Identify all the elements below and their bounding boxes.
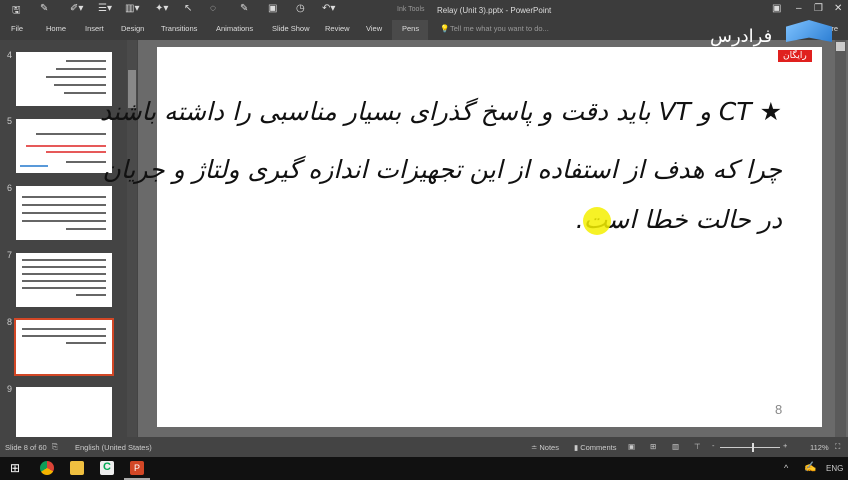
laser-pointer bbox=[583, 207, 611, 235]
slide-thumbnail-7[interactable] bbox=[16, 253, 112, 307]
tab-design[interactable]: Design bbox=[121, 24, 144, 33]
slide-number: 8 bbox=[775, 402, 783, 417]
window-title: Relay (Unit 3).pptx - PowerPoint bbox=[437, 6, 552, 15]
book-logo-icon bbox=[786, 20, 832, 42]
title-bar: 🖫 ✎ ✐▾ ☰▾ ▥▾ ✦▾ ↖ ◌ ✎ ▣ ◷ ↶▾ Ink Tools R… bbox=[0, 0, 848, 20]
lightbulb-icon: 💡 bbox=[440, 24, 450, 33]
pen-color-icon[interactable]: ✐▾ bbox=[70, 3, 83, 14]
tab-insert[interactable]: Insert bbox=[85, 24, 104, 33]
language[interactable]: English (United States) bbox=[75, 443, 152, 452]
slide-thumbnail-4[interactable] bbox=[16, 52, 112, 106]
slide-line-1: ★ CT و VT باید دقت و پاسخ گذرای بسیار من… bbox=[99, 97, 782, 126]
thumb-number: 4 bbox=[7, 50, 13, 60]
thumb-number: 9 bbox=[7, 384, 13, 394]
notes-button[interactable]: ≐ Notes bbox=[531, 443, 559, 452]
comments-label: Comments bbox=[580, 443, 617, 452]
zoom-level[interactable]: 112% bbox=[810, 443, 829, 452]
file-explorer-icon[interactable] bbox=[70, 461, 84, 475]
minimize-icon[interactable]: – bbox=[796, 3, 802, 14]
ink-icon[interactable]: ✎ bbox=[240, 3, 248, 14]
tab-slide-show[interactable]: Slide Show bbox=[272, 24, 310, 33]
close-icon[interactable]: ✕ bbox=[834, 3, 842, 14]
save-icon[interactable]: 🖫 bbox=[12, 3, 21, 20]
slide-line-2: چرا که هدف از استفاده از این تجهیزات اند… bbox=[102, 155, 782, 184]
reading-view-icon[interactable]: ▥ bbox=[672, 442, 679, 451]
slide-thumbnail-9[interactable] bbox=[16, 387, 112, 437]
context-tab-label: Ink Tools bbox=[397, 6, 425, 13]
restore-icon[interactable]: ❐ bbox=[814, 3, 823, 14]
slideshow-icon[interactable]: ⊤ bbox=[694, 442, 701, 451]
pen-icon[interactable]: ✎ bbox=[40, 3, 48, 14]
language-indicator[interactable]: ENG bbox=[826, 464, 843, 473]
tab-pens[interactable]: Pens bbox=[402, 24, 419, 33]
ribbon-options-icon[interactable]: ▣ bbox=[772, 3, 781, 14]
taskbar: ⊞ C P ^ ✍ ENG bbox=[0, 457, 848, 480]
slide-canvas[interactable]: ★ CT و VT باید دقت و پاسخ گذرای بسیار من… bbox=[100, 47, 822, 427]
scroll-up-icon[interactable] bbox=[836, 42, 845, 51]
zoom-in-button[interactable]: + bbox=[783, 441, 787, 450]
thickness-icon[interactable]: ☰▾ bbox=[98, 3, 112, 14]
powerpoint-icon[interactable]: P bbox=[130, 461, 144, 475]
pen-tray-icon[interactable]: ✍ bbox=[804, 462, 816, 473]
tab-view[interactable]: View bbox=[366, 24, 382, 33]
normal-view-icon[interactable]: ▣ bbox=[628, 442, 635, 451]
notes-label: Notes bbox=[539, 443, 559, 452]
fit-slide-icon[interactable]: ⛶ bbox=[835, 442, 840, 452]
replay-icon[interactable]: ◷ bbox=[296, 3, 305, 14]
lasso-icon[interactable]: ◌ bbox=[210, 3, 216, 14]
tab-home[interactable]: Home bbox=[46, 24, 66, 33]
tell-me-input[interactable]: Tell me what you want to do... bbox=[450, 24, 549, 33]
tab-review[interactable]: Review bbox=[325, 24, 350, 33]
tab-animations[interactable]: Animations bbox=[216, 24, 253, 33]
slide-scrollbar[interactable] bbox=[835, 40, 846, 437]
zoom-out-button[interactable]: - bbox=[712, 441, 715, 450]
tab-file[interactable]: File bbox=[11, 24, 23, 33]
thumb-number: 8 bbox=[7, 317, 13, 327]
slide-info: Slide 8 of 60 bbox=[5, 443, 47, 452]
spellcheck-icon[interactable]: ⎘ bbox=[52, 442, 58, 452]
comments-button[interactable]: ▮ Comments bbox=[574, 443, 616, 452]
zoom-slider[interactable] bbox=[720, 447, 780, 448]
slide-sorter-icon[interactable]: ⊞ bbox=[650, 442, 656, 451]
chrome-icon[interactable] bbox=[40, 461, 54, 475]
free-badge: رایگان bbox=[778, 50, 812, 62]
undo-icon[interactable]: ↶▾ bbox=[322, 3, 335, 14]
status-bar: Slide 8 of 60 ⎘ English (United States) … bbox=[0, 437, 848, 457]
slide-thumbnail-8[interactable] bbox=[14, 318, 114, 376]
slide-thumbnail-6[interactable] bbox=[16, 186, 112, 240]
windows-start-icon[interactable]: ⊞ bbox=[10, 461, 20, 475]
select-icon[interactable]: ↖ bbox=[184, 3, 192, 14]
highlighter-icon[interactable]: ▥▾ bbox=[125, 3, 139, 14]
thumb-number: 6 bbox=[7, 183, 13, 193]
thumb-number: 7 bbox=[7, 250, 13, 260]
ink-to-shape-icon[interactable]: ▣ bbox=[268, 3, 277, 14]
eraser-icon[interactable]: ✦▾ bbox=[155, 3, 168, 14]
faradars-watermark: فرادرس رایگان bbox=[708, 20, 836, 64]
tray-chevron-icon[interactable]: ^ bbox=[784, 463, 788, 473]
thumb-number: 5 bbox=[7, 116, 13, 126]
tab-transitions[interactable]: Transitions bbox=[161, 24, 197, 33]
watermark-logo-text: فرادرس bbox=[710, 26, 773, 47]
camtasia-icon[interactable]: C bbox=[100, 461, 114, 475]
slide-thumbnail-5[interactable] bbox=[16, 119, 112, 173]
zoom-slider-thumb[interactable] bbox=[752, 443, 754, 452]
